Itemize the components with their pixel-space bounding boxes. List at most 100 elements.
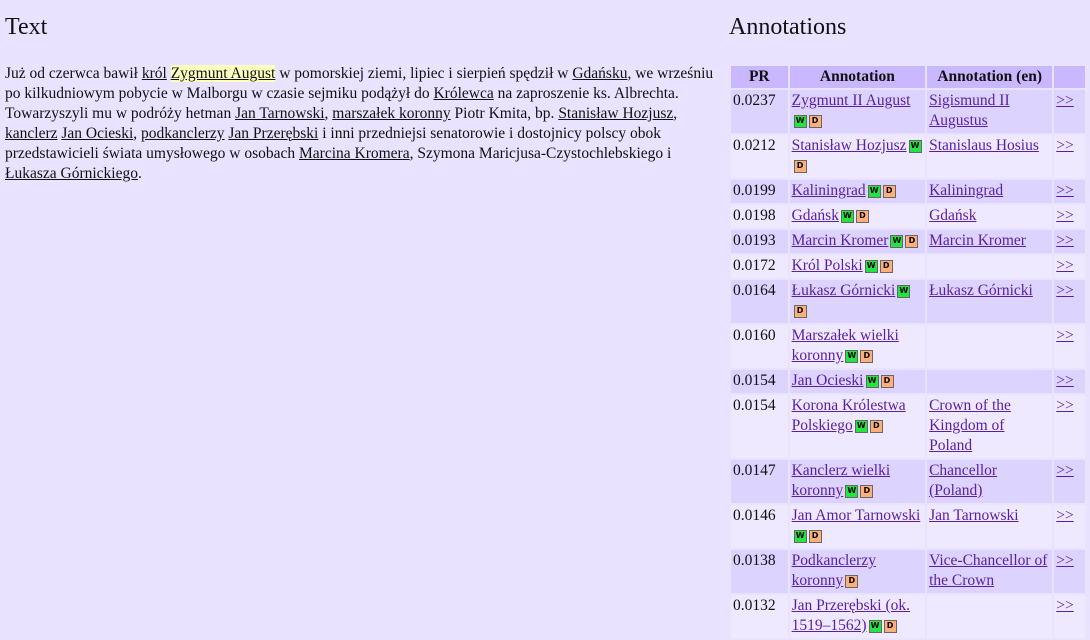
dbpedia-badge[interactable]: D	[808, 529, 822, 543]
dbpedia-badge[interactable]: D	[882, 184, 896, 198]
dbpedia-badge[interactable]: D	[869, 419, 883, 433]
dbpedia-badge[interactable]: D	[855, 209, 869, 223]
annotation-link[interactable]: Kaliningrad	[792, 182, 866, 199]
pr-value: 0.0160	[731, 325, 788, 368]
text-link[interactable]: Gdańsku	[572, 65, 627, 82]
text-heading: Text	[5, 14, 48, 40]
details-link[interactable]: >>	[1056, 507, 1073, 524]
annotation-link[interactable]: Korona Królestwa Polskiego	[792, 397, 906, 434]
annotation-en-link[interactable]: Marcin Kromer	[929, 232, 1026, 249]
wikipedia-badge[interactable]: W	[793, 114, 807, 128]
text-link[interactable]: Jan Przerębski	[228, 125, 318, 142]
annotation-cell: Marszałek wielki koronny W D	[789, 325, 926, 368]
annotation-link[interactable]: Król Polski	[792, 257, 863, 274]
wikipedia-badge[interactable]: W	[865, 374, 879, 388]
text-link[interactable]: Łukasza Górnickiego	[5, 165, 138, 182]
annotation-link[interactable]: Jan Amor Tarnowski	[792, 507, 921, 524]
annotation-link[interactable]: Marcin Kromer	[792, 232, 889, 249]
dbpedia-badge[interactable]: D	[905, 234, 919, 248]
annotation-link[interactable]: Zygmunt II August	[792, 92, 911, 109]
annotation-en-link[interactable]: Vice-Chancellor of the Crown	[929, 552, 1047, 589]
annotation-en-cell: Stanislaus Hosius	[927, 135, 1053, 178]
wikipedia-badge[interactable]: W	[897, 284, 911, 298]
annotation-en-link[interactable]: Stanislaus Hosius	[929, 137, 1039, 154]
text-link[interactable]: kanclerz	[5, 125, 58, 142]
text-link[interactable]: Królewca	[433, 85, 493, 102]
table-row: 0.0147 Kanclerz wielki koronny W D Chancello…	[731, 460, 1085, 503]
text-link[interactable]: Marcina Kromera	[299, 145, 410, 162]
dbpedia-badge[interactable]: D	[879, 259, 893, 273]
wikipedia-badge[interactable]: W	[868, 619, 882, 633]
table-row: 0.0146 Jan Amor Tarnowski W D Jan Tarnowski >…	[731, 505, 1085, 548]
details-link[interactable]: >>	[1056, 282, 1073, 299]
dbpedia-badge[interactable]: D	[883, 619, 897, 633]
details-link[interactable]: >>	[1056, 137, 1073, 154]
annotation-link[interactable]: Łukasz Górnicki	[792, 282, 896, 299]
text-link[interactable]: marszałek koronny	[332, 105, 450, 122]
annotation-en-link[interactable]: Crown of the Kingdom of Poland	[929, 397, 1011, 454]
annotation-cell: Jan Przerębski (ok. 1519–1562) W D	[789, 595, 926, 638]
dbpedia-badge[interactable]: D	[808, 114, 822, 128]
dbpedia-badge[interactable]: D	[860, 349, 874, 363]
annotation-en-link[interactable]: Sigismund II Augustus	[929, 92, 1010, 129]
details-link[interactable]: >>	[1056, 597, 1073, 614]
annotation-en-link[interactable]: Chancellor (Poland)	[929, 462, 997, 499]
pr-value: 0.0132	[731, 595, 788, 638]
text-link[interactable]: Jan Tarnowski	[235, 105, 324, 122]
details-link[interactable]: >>	[1056, 327, 1073, 344]
text-link[interactable]: Zygmunt August	[170, 65, 276, 82]
table-row: 0.0212 Stanisław Hozjusz W D Stanislaus Hosi…	[731, 135, 1085, 178]
annotation-link[interactable]: Jan Ocieski	[792, 372, 864, 389]
table-row: 0.0160 Marszałek wielki koronny W D >>	[731, 325, 1085, 368]
dbpedia-badge[interactable]: D	[845, 574, 859, 588]
annotation-en-cell: Crown of the Kingdom of Poland	[927, 395, 1053, 458]
details-link[interactable]: >>	[1056, 397, 1073, 414]
wikipedia-badge[interactable]: W	[908, 139, 922, 153]
details-link[interactable]: >>	[1056, 257, 1073, 274]
details-link[interactable]: >>	[1056, 92, 1073, 109]
annotation-en-link[interactable]: Łukasz Górnicki	[929, 282, 1033, 299]
details-link[interactable]: >>	[1056, 182, 1073, 199]
dbpedia-badge[interactable]: D	[860, 484, 874, 498]
annotation-link[interactable]: Kanclerz wielki koronny	[792, 462, 891, 499]
text-link[interactable]: król	[142, 65, 167, 82]
details-link[interactable]: >>	[1056, 552, 1073, 569]
annotation-link[interactable]: Gdańsk	[792, 207, 839, 224]
annotation-en-cell: Gdańsk	[927, 205, 1053, 228]
dbpedia-badge[interactable]: D	[880, 374, 894, 388]
details-link[interactable]: >>	[1056, 462, 1073, 479]
annotation-en-link[interactable]: Jan Tarnowski	[929, 507, 1018, 524]
details-link[interactable]: >>	[1056, 232, 1073, 249]
header-annotation-en: Annotation (en)	[927, 66, 1053, 88]
annotation-en-cell: Vice-Chancellor of the Crown	[927, 550, 1053, 593]
wikipedia-badge[interactable]: W	[890, 234, 904, 248]
dbpedia-badge[interactable]: D	[793, 159, 807, 173]
annotation-en-cell	[927, 370, 1053, 393]
wikipedia-badge[interactable]: W	[854, 419, 868, 433]
annotation-en-link[interactable]: Gdańsk	[929, 207, 976, 224]
wikipedia-badge[interactable]: W	[864, 259, 878, 273]
annotation-link[interactable]: Podkanclerzy koronny	[792, 552, 876, 589]
table-header-row: PR Annotation Annotation (en)	[731, 66, 1085, 88]
dbpedia-badge[interactable]: D	[793, 304, 807, 318]
text-link[interactable]: Jan Ocieski	[61, 125, 133, 142]
pr-value: 0.0146	[731, 505, 788, 548]
text-link[interactable]: podkanclerzy	[141, 125, 225, 142]
details-cell: >>	[1054, 180, 1085, 203]
annotation-en-link[interactable]: Kaliningrad	[929, 182, 1003, 199]
details-link[interactable]: >>	[1056, 207, 1073, 224]
text-segment: Już od czerwca bawił	[5, 65, 142, 82]
text-panel: Text Już od czerwca bawił król Zygmunt A…	[5, 12, 723, 184]
pr-value: 0.0138	[731, 550, 788, 593]
text-link[interactable]: Stanisław Hozjusz	[558, 105, 673, 122]
annotation-link[interactable]: Stanisław Hozjusz	[792, 137, 907, 154]
wikipedia-badge[interactable]: W	[845, 484, 859, 498]
wikipedia-badge[interactable]: W	[845, 349, 859, 363]
annotation-cell: Jan Amor Tarnowski W D	[789, 505, 926, 548]
annotation-cell: Król Polski W D	[789, 255, 926, 278]
details-cell: >>	[1054, 280, 1085, 323]
wikipedia-badge[interactable]: W	[867, 184, 881, 198]
wikipedia-badge[interactable]: W	[793, 529, 807, 543]
wikipedia-badge[interactable]: W	[840, 209, 854, 223]
details-link[interactable]: >>	[1056, 372, 1073, 389]
